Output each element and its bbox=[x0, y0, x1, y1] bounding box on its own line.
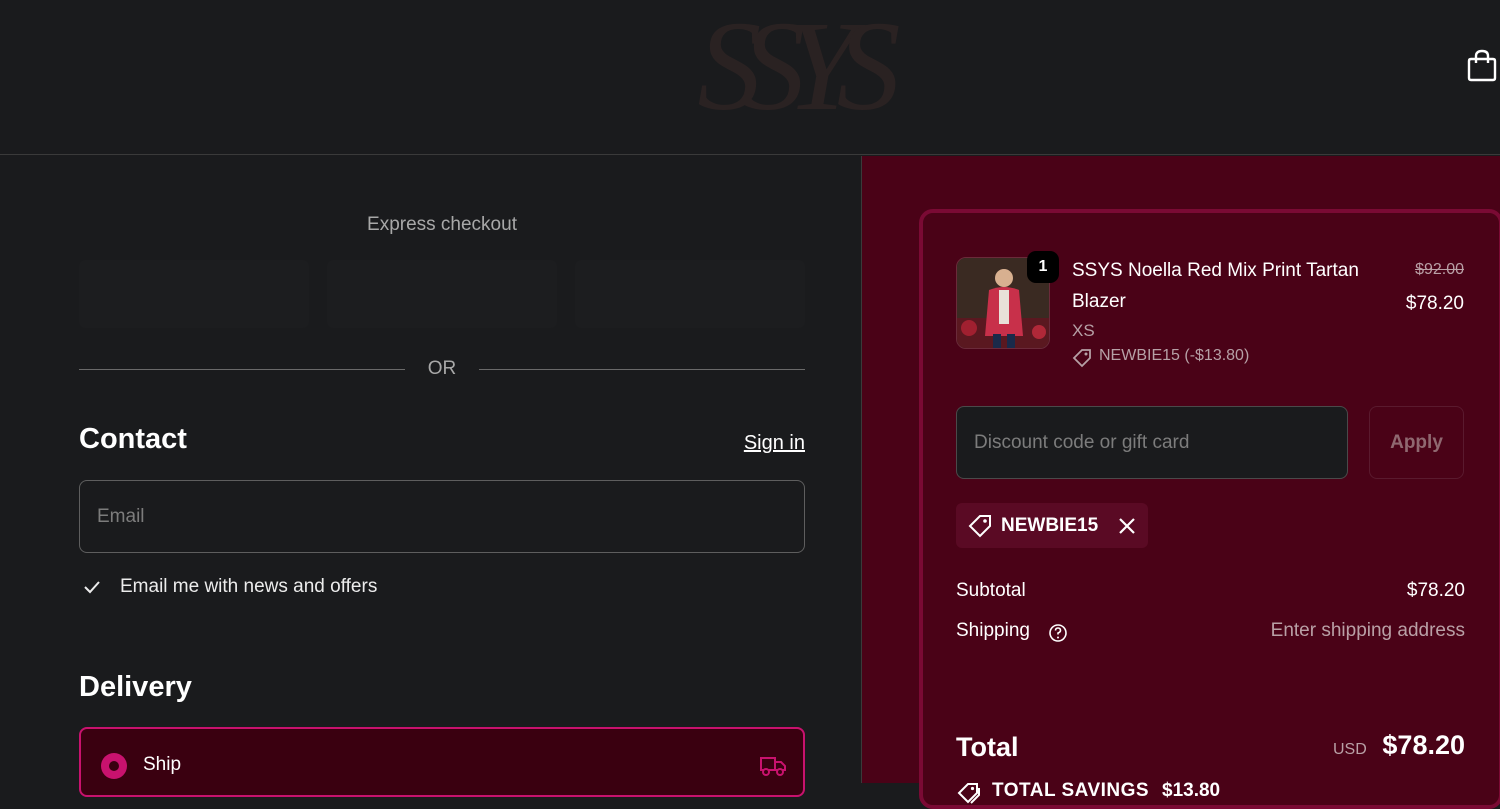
product-price: $78.20 bbox=[1405, 293, 1464, 314]
email-field[interactable] bbox=[79, 480, 805, 553]
tag-icon bbox=[1072, 349, 1091, 368]
quantity-badge: 1 bbox=[1027, 251, 1059, 283]
site-header: SSYS bbox=[0, 0, 1500, 155]
truck-icon bbox=[760, 757, 786, 776]
product-variant: XS bbox=[1072, 321, 1095, 340]
express-pay-button-3[interactable] bbox=[575, 260, 805, 328]
total-currency: USD bbox=[1333, 741, 1367, 758]
applied-discount-chip: NEWBIE15 bbox=[956, 503, 1148, 548]
ship-label: Ship bbox=[143, 754, 182, 775]
or-label: OR bbox=[427, 358, 457, 379]
shipping-label: Shipping bbox=[956, 620, 1030, 641]
delivery-title: Delivery bbox=[79, 671, 192, 703]
order-summary-card: 1 SSYS Noella Red Mix Print Tartan Blaze… bbox=[919, 209, 1500, 809]
product-discount-text: NEWBIE15 (-$13.80) bbox=[1099, 347, 1250, 364]
total-amount: $78.20 bbox=[1382, 730, 1465, 760]
total-savings-value: $13.80 bbox=[1162, 780, 1221, 801]
express-checkout-title: Express checkout bbox=[367, 214, 517, 235]
shipping-value: Enter shipping address bbox=[1270, 620, 1465, 641]
tags-icon bbox=[957, 783, 980, 804]
express-pay-button-1[interactable] bbox=[79, 260, 309, 328]
order-summary-panel: 1 SSYS Noella Red Mix Print Tartan Blaze… bbox=[861, 156, 1500, 809]
or-divider: OR bbox=[79, 357, 805, 381]
ship-option[interactable]: Ship bbox=[79, 727, 805, 797]
tag-icon bbox=[968, 515, 991, 538]
ship-radio[interactable] bbox=[101, 753, 127, 779]
apply-button[interactable]: Apply bbox=[1369, 406, 1464, 479]
contact-title: Contact bbox=[79, 423, 187, 455]
help-circle-icon[interactable] bbox=[1048, 623, 1068, 643]
product-name: SSYS Noella Red Mix Print Tartan Blazer bbox=[1072, 260, 1359, 312]
checkout-form: Express checkout OR Contact Sign in Emai… bbox=[0, 156, 861, 797]
express-pay-button-2[interactable] bbox=[327, 260, 557, 328]
subtotal-value: $78.20 bbox=[1406, 580, 1465, 601]
shopping-bag-icon[interactable] bbox=[1466, 48, 1498, 82]
product-original-price: $92.00 bbox=[1415, 261, 1464, 278]
brand-logo[interactable]: SSYS bbox=[676, 2, 902, 130]
total-label: Total bbox=[956, 732, 1019, 762]
total-savings-label: TOTAL SAVINGS bbox=[992, 780, 1150, 801]
subtotal-label: Subtotal bbox=[956, 580, 1026, 601]
discount-code-field[interactable] bbox=[956, 406, 1348, 479]
applied-discount-code: NEWBIE15 bbox=[1001, 515, 1099, 536]
newsletter-label: Email me with news and offers bbox=[120, 576, 378, 597]
checkmark-icon bbox=[84, 581, 100, 594]
sign-in-link[interactable]: Sign in bbox=[700, 432, 805, 455]
remove-discount-icon[interactable] bbox=[1115, 514, 1139, 538]
